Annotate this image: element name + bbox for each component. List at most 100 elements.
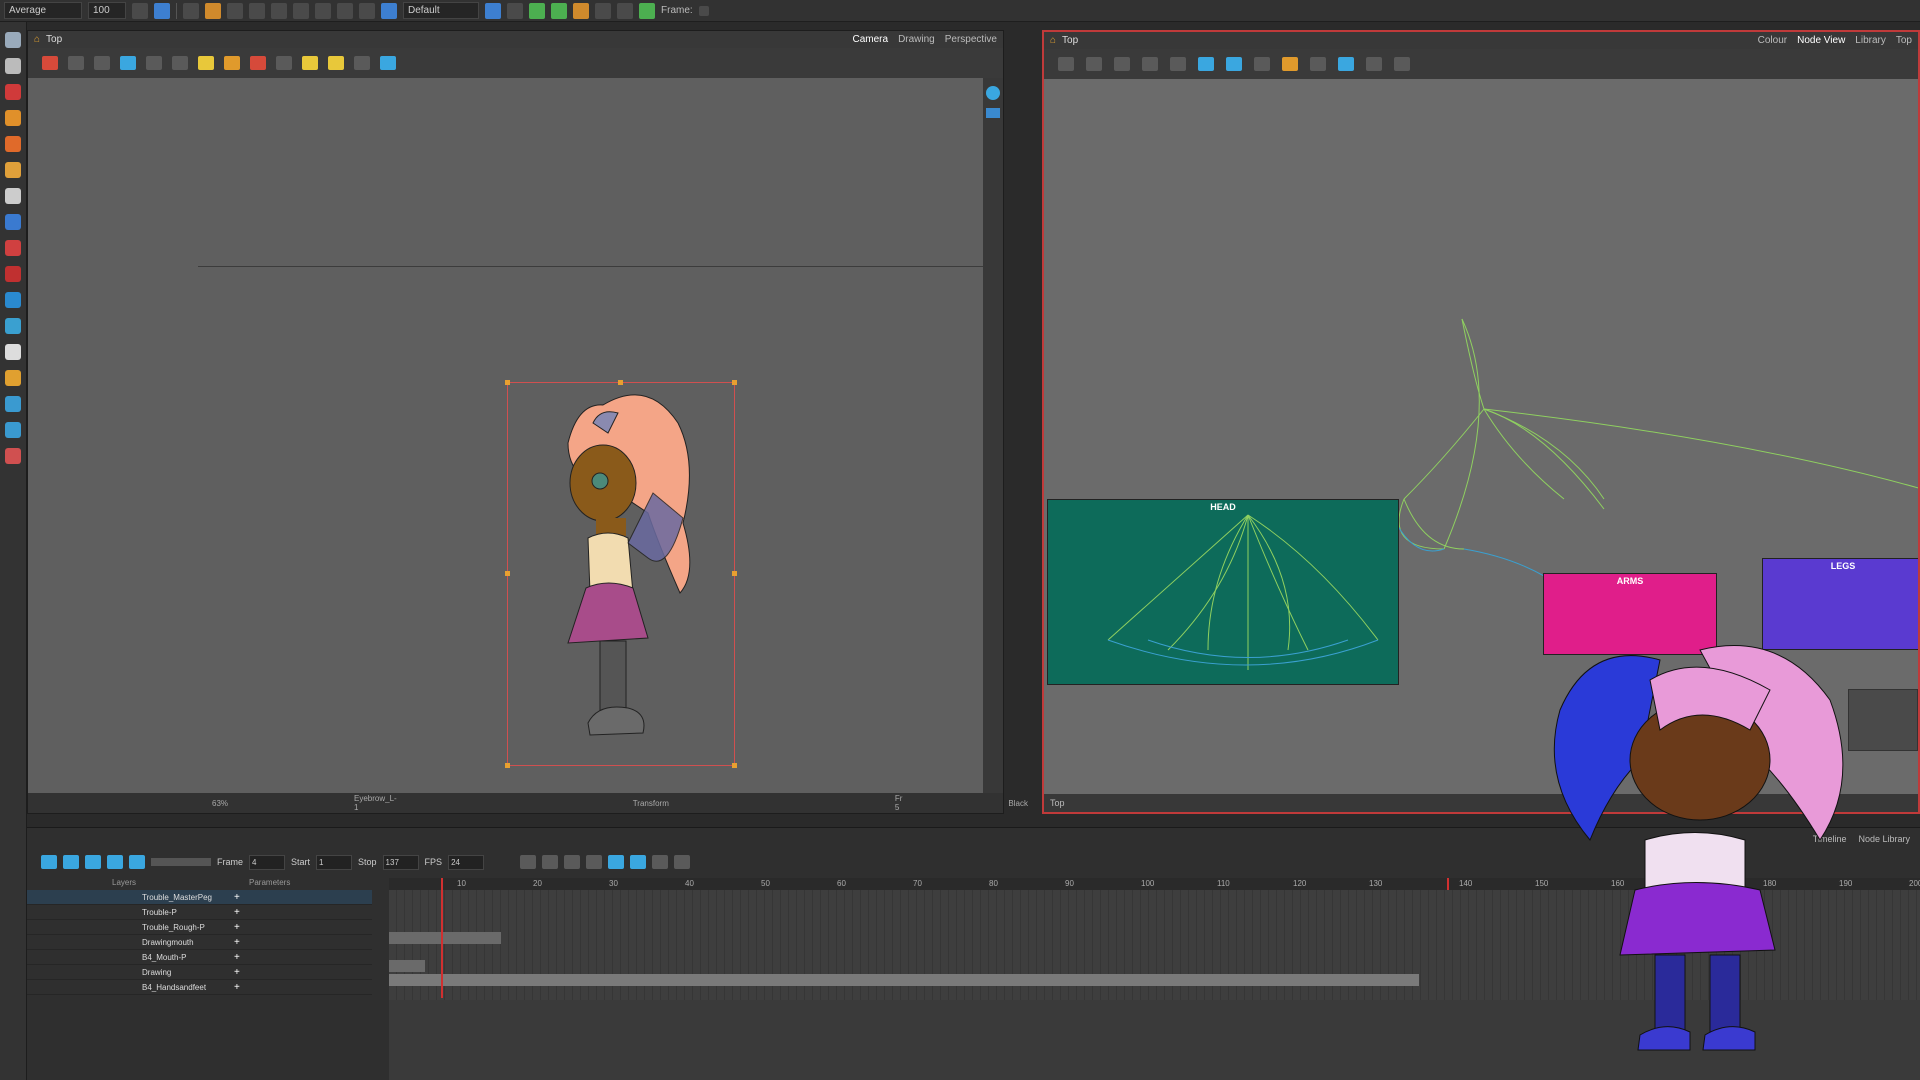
- bulb-icon[interactable]: [302, 56, 318, 70]
- head-node-group[interactable]: HEAD: [1047, 499, 1399, 685]
- camera-mask-icon[interactable]: [120, 56, 136, 70]
- frame-field[interactable]: 4: [249, 854, 286, 870]
- bone-icon[interactable]: [1338, 57, 1354, 71]
- flip-horizontal-icon[interactable]: [354, 56, 370, 70]
- tab-node-view[interactable]: Node View: [1797, 35, 1845, 46]
- add-param-icon[interactable]: +: [234, 967, 240, 978]
- layers-icon[interactable]: [986, 108, 1000, 118]
- zoom-readout[interactable]: 63%: [212, 799, 228, 808]
- loop-icon[interactable]: [85, 855, 101, 869]
- stop-field[interactable]: 137: [382, 854, 419, 870]
- contour-tool-icon[interactable]: [5, 58, 21, 74]
- play-icon[interactable]: [41, 855, 57, 869]
- add-param-icon[interactable]: +: [234, 937, 240, 948]
- add-param-icon[interactable]: +: [234, 892, 240, 903]
- start-field[interactable]: 1: [316, 854, 353, 870]
- light-icon[interactable]: [328, 56, 344, 70]
- speed-slider[interactable]: [151, 858, 211, 866]
- eye-icon[interactable]: [986, 86, 1000, 100]
- paste-icon[interactable]: [359, 2, 375, 19]
- tab-colour[interactable]: Colour: [1758, 35, 1787, 46]
- abc-icon[interactable]: [1366, 57, 1382, 71]
- grid-icon[interactable]: [94, 56, 110, 70]
- dropper-tool-icon[interactable]: [5, 266, 21, 282]
- backdrop-icon[interactable]: [1254, 57, 1270, 71]
- keyframe-icon[interactable]: [608, 855, 625, 869]
- open-folder-icon[interactable]: [205, 2, 221, 19]
- network-icon[interactable]: [1226, 57, 1242, 71]
- flip-vertical-icon[interactable]: [380, 56, 396, 70]
- legs-node-group[interactable]: LEGS: [1762, 558, 1918, 650]
- lock-icon[interactable]: [198, 56, 214, 70]
- layer-row[interactable]: B4_Mouth-P +: [27, 950, 372, 965]
- layer-row[interactable]: Drawing +: [27, 965, 372, 980]
- add-param-icon[interactable]: +: [234, 982, 240, 993]
- curve-icon[interactable]: [564, 855, 581, 869]
- morph-tool-icon[interactable]: [5, 318, 21, 334]
- peg-icon[interactable]: [529, 2, 545, 19]
- display-icon[interactable]: [1198, 57, 1214, 71]
- animate-icon[interactable]: [42, 56, 58, 70]
- composite-icon[interactable]: [1142, 57, 1158, 71]
- render-icon[interactable]: [381, 2, 397, 19]
- playhead[interactable]: [441, 878, 443, 998]
- tab-top[interactable]: Top: [1896, 35, 1912, 46]
- move-icon[interactable]: [1170, 57, 1186, 71]
- layer-icon[interactable]: [617, 2, 633, 19]
- layer-row[interactable]: Trouble-P +: [27, 905, 372, 920]
- cut-node-icon[interactable]: [1282, 57, 1298, 71]
- add-param-icon[interactable]: +: [234, 952, 240, 963]
- workspace-dropdown[interactable]: Default: [403, 2, 479, 19]
- safe-area-icon[interactable]: [146, 56, 162, 70]
- rig-tool-icon[interactable]: [5, 370, 21, 386]
- tree-icon[interactable]: [1310, 57, 1326, 71]
- field-guide-icon[interactable]: [172, 56, 188, 70]
- save-icon[interactable]: [227, 2, 243, 19]
- frame-icon[interactable]: [1086, 57, 1102, 71]
- add-keyframe-icon[interactable]: [630, 855, 647, 869]
- sound-icon[interactable]: [107, 855, 123, 869]
- layer-row[interactable]: Trouble_Rough-P +: [27, 920, 372, 935]
- mode-dropdown[interactable]: Average: [4, 2, 82, 19]
- undo-icon[interactable]: [293, 2, 309, 19]
- new-file-icon[interactable]: [183, 2, 199, 19]
- group-icon[interactable]: [1058, 57, 1074, 71]
- peg-icon[interactable]: [1114, 57, 1130, 71]
- eraser-tool-icon[interactable]: [5, 162, 21, 178]
- transform-icon[interactable]: [573, 2, 589, 19]
- mute-icon[interactable]: [129, 855, 145, 869]
- hold-icon[interactable]: [674, 855, 691, 869]
- pen-tool-icon[interactable]: [5, 422, 21, 438]
- tab-drawing[interactable]: Drawing: [898, 34, 935, 45]
- layer-row[interactable]: B4_Handsandfeet +: [27, 980, 372, 995]
- teapot-tool-icon[interactable]: [5, 448, 21, 464]
- deform-icon[interactable]: [507, 2, 523, 19]
- tab-library[interactable]: Library: [1855, 35, 1886, 46]
- line-tool-icon[interactable]: [520, 855, 537, 869]
- tab-camera[interactable]: Camera: [852, 34, 888, 45]
- pen-icon[interactable]: [250, 56, 266, 70]
- frame-checkbox[interactable]: [698, 5, 709, 16]
- import-icon[interactable]: [271, 2, 287, 19]
- hand-tool-icon[interactable]: [5, 344, 21, 360]
- paint-tool-icon[interactable]: [5, 240, 21, 256]
- ik-icon[interactable]: [595, 2, 611, 19]
- camera-stage[interactable]: [28, 78, 983, 793]
- brush-icon[interactable]: [154, 2, 170, 19]
- end-frame-marker[interactable]: [1447, 878, 1449, 890]
- remove-keyframe-icon[interactable]: [652, 855, 669, 869]
- step-icon[interactable]: [63, 855, 79, 869]
- gear-icon[interactable]: [68, 56, 84, 70]
- settings-icon[interactable]: [132, 2, 148, 19]
- copy-icon[interactable]: [337, 2, 353, 19]
- character-selection-box[interactable]: [505, 380, 737, 768]
- text-tool-icon[interactable]: [5, 188, 21, 204]
- transform-tool-icon[interactable]: [5, 396, 21, 412]
- zoom-dropdown[interactable]: 100: [88, 2, 126, 19]
- layer-row[interactable]: Drawingmouth +: [27, 935, 372, 950]
- add-param-icon[interactable]: +: [234, 907, 240, 918]
- flag-icon[interactable]: [639, 2, 655, 19]
- save-as-icon[interactable]: [249, 2, 265, 19]
- pencil-tool-icon[interactable]: [5, 110, 21, 126]
- cut-icon[interactable]: [315, 2, 331, 19]
